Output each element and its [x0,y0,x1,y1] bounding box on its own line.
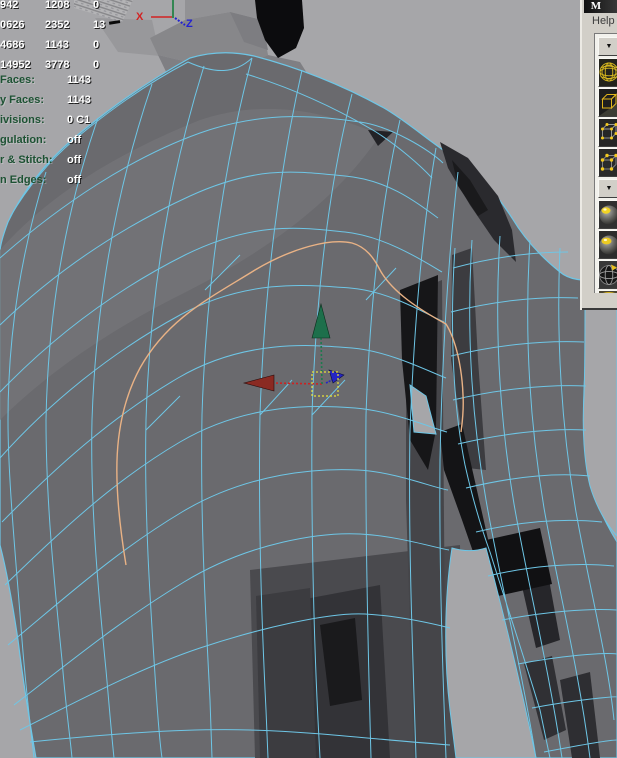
maya-viewport-window: X Z 942 1208 0 0626 2352 13 4686 1143 0 … [0,0,617,758]
menu-help[interactable]: Help [592,15,615,27]
shaded-sphere-button[interactable] [598,200,617,229]
3d-viewport[interactable]: X Z [0,0,617,758]
window-titlebar[interactable]: M [584,0,617,13]
shaded-sphere-highlight-icon [599,201,617,228]
poly-cube-icon [599,89,617,116]
poly-cube-vertices-icon [599,119,617,146]
maya-logo-icon: M [590,0,602,12]
poly-cube-vertices-button[interactable] [598,118,617,147]
wireframe-shaded-sphere-button[interactable] [598,260,617,289]
panel-bottom-border [582,308,617,310]
shelf-dropdown-button[interactable]: ▼ [598,179,617,198]
axis-x-label: X [136,11,144,23]
poly-wireframe-sphere-button[interactable] [598,58,617,87]
tool-shelf-window: M Help ▼ [580,0,617,310]
panel-footer [584,293,617,308]
shelf-dropdown-button[interactable]: ▼ [598,37,617,56]
shaded-sphere-highlight-alt-icon [599,231,617,258]
poly-cube-vertices-alt-icon [599,149,617,176]
tool-shelf-column: ▼ [594,33,617,294]
poly-wireframe-sphere-icon [599,59,617,86]
poly-cube-vertices-alt-button[interactable] [598,148,617,177]
axis-z-label: Z [186,18,193,30]
poly-cube-button[interactable] [598,88,617,117]
shaded-sphere-alt-button[interactable] [598,230,617,259]
window-menubar: Help [584,13,617,32]
wireframe-shaded-sphere-icon [599,261,617,288]
